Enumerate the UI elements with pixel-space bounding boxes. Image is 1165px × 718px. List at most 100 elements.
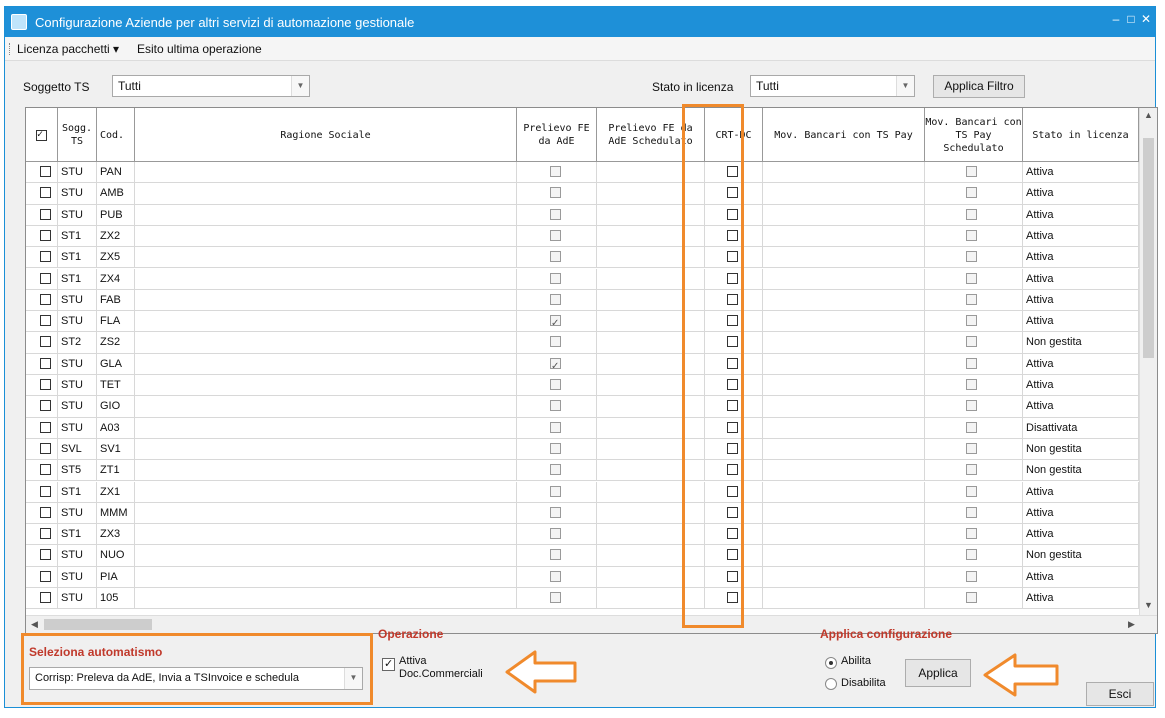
prelievo-fe-checkbox[interactable] <box>550 506 561 518</box>
prelievo-fe-checkbox[interactable] <box>550 272 561 284</box>
table-row[interactable]: STU PAN Attiva <box>26 162 1139 184</box>
row-select-cell[interactable] <box>26 545 58 566</box>
mov-bancari-schedulato-checkbox[interactable] <box>966 357 977 369</box>
row-select-cell[interactable] <box>26 353 58 374</box>
table-row[interactable]: ST1 ZX5 Attiva <box>26 247 1139 269</box>
row-select-cell[interactable] <box>26 289 58 311</box>
row-select-cell[interactable] <box>26 162 58 183</box>
row-select-checkbox[interactable] <box>40 464 51 476</box>
row-select-cell[interactable] <box>26 332 58 353</box>
horizontal-scrollbar[interactable]: ◀ ▶ <box>26 615 1157 633</box>
row-select-cell[interactable] <box>26 588 58 609</box>
prelievo-fe-checkbox[interactable] <box>550 293 561 305</box>
automatismo-select[interactable]: Corrisp: Preleva da AdE, Invia a TSInvoi… <box>29 667 363 690</box>
row-select-cell[interactable] <box>26 247 58 268</box>
row-select-cell[interactable] <box>26 502 58 524</box>
row-select-checkbox[interactable] <box>40 592 51 603</box>
table-row[interactable]: STU FAB Attiva <box>26 289 1139 312</box>
mov-bancari-schedulato-checkbox[interactable] <box>966 272 977 284</box>
row-select-checkbox[interactable] <box>40 229 51 241</box>
mov-bancari-schedulato-checkbox[interactable] <box>966 570 977 582</box>
prelievo-fe-checkbox[interactable] <box>550 485 561 497</box>
scroll-up-icon[interactable]: ▲ <box>1144 110 1153 120</box>
prelievo-fe-checkbox[interactable] <box>550 400 561 412</box>
prelievo-fe-checkbox[interactable] <box>550 187 561 199</box>
select-all-checkbox[interactable]: ✓ <box>36 129 47 141</box>
horizontal-scroll-thumb[interactable] <box>44 619 152 630</box>
row-select-checkbox[interactable] <box>40 379 51 390</box>
table-row[interactable]: STU AMB Attiva <box>26 183 1139 205</box>
table-row[interactable]: STU NUO Non gestita <box>26 545 1139 567</box>
menu-esito-ultima-operazione[interactable]: Esito ultima operazione <box>137 42 262 56</box>
row-select-checkbox[interactable] <box>40 400 51 412</box>
mov-bancari-schedulato-checkbox[interactable] <box>966 421 977 433</box>
table-row[interactable]: STU TET Attiva <box>26 375 1139 397</box>
prelievo-fe-checkbox[interactable] <box>550 464 561 476</box>
prelievo-fe-checkbox[interactable] <box>550 442 561 454</box>
prelievo-fe-checkbox[interactable] <box>550 166 561 177</box>
row-select-checkbox[interactable] <box>40 166 51 177</box>
row-select-cell[interactable] <box>26 183 58 204</box>
header-sogg-ts[interactable]: Sogg. TS <box>58 108 97 162</box>
row-select-checkbox[interactable] <box>40 187 51 199</box>
row-select-cell[interactable] <box>26 438 58 460</box>
scroll-left-icon[interactable]: ◀ <box>31 619 38 630</box>
table-row[interactable]: ST1 ZX4 Attiva <box>26 268 1139 290</box>
vertical-scroll-thumb[interactable] <box>1143 138 1154 358</box>
row-select-cell[interactable] <box>26 566 58 587</box>
table-row[interactable]: ST1 ZX3 Attiva <box>26 524 1139 546</box>
applica-button[interactable]: Applica <box>905 659 971 687</box>
mov-bancari-schedulato-checkbox[interactable] <box>966 549 977 561</box>
prelievo-fe-checkbox[interactable] <box>550 336 561 348</box>
soggetto-ts-select[interactable]: Tutti ▼ <box>112 75 310 97</box>
header-stato-licenza[interactable]: Stato in licenza <box>1023 108 1139 162</box>
prelievo-fe-checkbox[interactable] <box>550 421 561 433</box>
scroll-right-icon[interactable]: ▶ <box>1128 619 1135 630</box>
mov-bancari-schedulato-checkbox[interactable] <box>966 336 977 348</box>
prelievo-fe-checkbox[interactable] <box>550 528 561 540</box>
row-select-checkbox[interactable] <box>40 336 51 348</box>
row-select-cell[interactable] <box>26 460 58 481</box>
table-row[interactable]: ST2 ZS2 Non gestita <box>26 332 1139 354</box>
row-select-checkbox[interactable] <box>40 208 51 220</box>
row-select-cell[interactable] <box>26 311 58 332</box>
mov-bancari-schedulato-checkbox[interactable] <box>966 229 977 241</box>
abilita-radio[interactable] <box>825 657 837 669</box>
row-select-checkbox[interactable] <box>40 421 51 433</box>
table-row[interactable]: STU PIA Attiva <box>26 566 1139 588</box>
table-row[interactable]: STU FLA ✓ Attiva <box>26 311 1139 333</box>
mov-bancari-schedulato-checkbox[interactable] <box>966 251 977 263</box>
table-row[interactable]: STU GIO Attiva <box>26 396 1139 418</box>
row-select-checkbox[interactable] <box>40 485 51 497</box>
header-ragione-sociale[interactable]: Ragione Sociale <box>135 108 517 162</box>
prelievo-fe-checkbox[interactable] <box>550 379 561 390</box>
esci-button[interactable]: Esci <box>1086 682 1154 706</box>
mov-bancari-schedulato-checkbox[interactable] <box>966 400 977 412</box>
row-select-cell[interactable] <box>26 396 58 417</box>
table-row[interactable]: STU 105 Attiva <box>26 588 1139 610</box>
table-row[interactable]: ST1 ZX2 Attiva <box>26 225 1139 248</box>
prelievo-fe-checkbox[interactable] <box>550 570 561 582</box>
mov-bancari-schedulato-checkbox[interactable] <box>966 166 977 177</box>
mov-bancari-schedulato-checkbox[interactable] <box>966 379 977 390</box>
mov-bancari-schedulato-checkbox[interactable] <box>966 464 977 476</box>
prelievo-fe-checkbox[interactable] <box>550 208 561 220</box>
header-prelievo-fe[interactable]: Prelievo FE da AdE <box>517 108 597 162</box>
mov-bancari-schedulato-checkbox[interactable] <box>966 315 977 327</box>
mov-bancari-schedulato-checkbox[interactable] <box>966 442 977 454</box>
row-select-checkbox[interactable] <box>40 570 51 582</box>
row-select-checkbox[interactable] <box>40 293 51 305</box>
row-select-checkbox[interactable] <box>40 528 51 540</box>
row-select-cell[interactable] <box>26 375 58 396</box>
mov-bancari-schedulato-checkbox[interactable] <box>966 293 977 305</box>
header-mov-bancari[interactable]: Mov. Bancari con TS Pay <box>763 108 925 162</box>
row-select-checkbox[interactable] <box>40 549 51 561</box>
table-row[interactable]: STU A03 Disattivata <box>26 417 1139 439</box>
prelievo-fe-checkbox[interactable] <box>550 251 561 263</box>
mov-bancari-schedulato-checkbox[interactable] <box>966 506 977 518</box>
prelievo-fe-checkbox[interactable] <box>550 229 561 241</box>
table-row[interactable]: STU PUB Attiva <box>26 204 1139 226</box>
mov-bancari-schedulato-checkbox[interactable] <box>966 208 977 220</box>
table-row[interactable]: STU MMM Attiva <box>26 502 1139 525</box>
applica-filtro-button[interactable]: Applica Filtro <box>933 75 1025 98</box>
